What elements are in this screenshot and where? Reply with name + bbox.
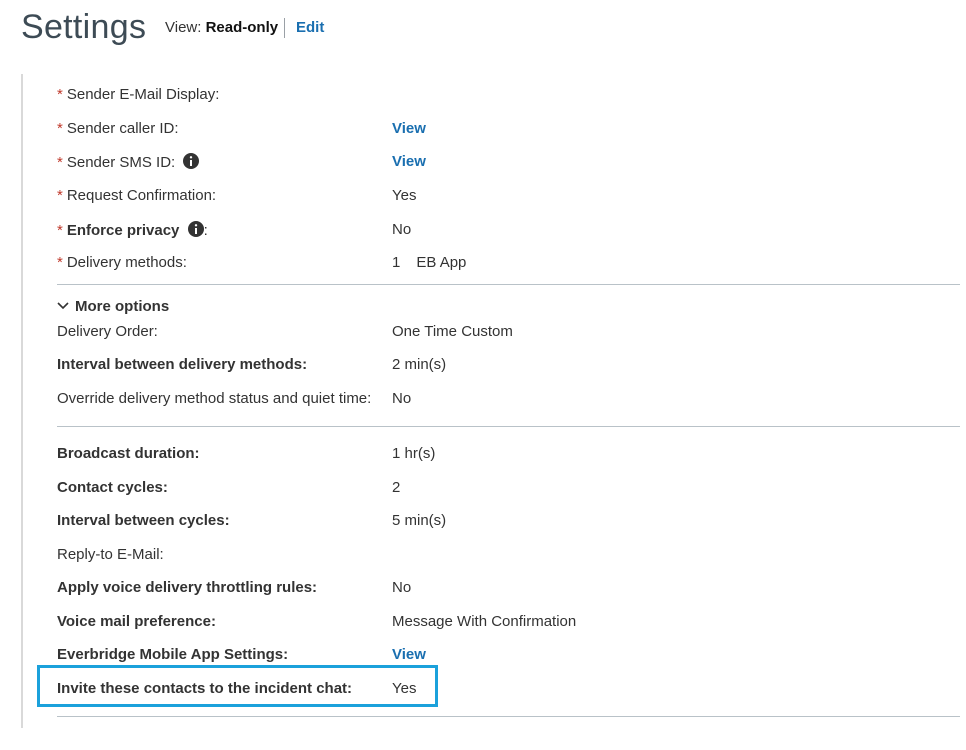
- contact-cycles-label: Contact cycles:: [57, 479, 168, 496]
- broadcast-duration-value: 1 hr(s): [392, 445, 436, 462]
- required-marker: *: [57, 154, 63, 171]
- info-icon[interactable]: [183, 153, 200, 173]
- sender-caller-id-label: Sender caller ID:: [66, 120, 179, 137]
- request-confirmation-value: Yes: [392, 187, 417, 204]
- voicemail-preference-label: Voice mail preference:: [57, 613, 216, 630]
- more-options-label: More options: [75, 298, 170, 315]
- contact-cycles-value: 2: [392, 479, 401, 496]
- view-mode-label: View:: [165, 19, 202, 36]
- edit-link[interactable]: Edit: [296, 19, 324, 36]
- required-marker: *: [57, 222, 63, 239]
- divider: [57, 284, 960, 285]
- required-marker: *: [57, 254, 63, 271]
- more-options-toggle[interactable]: More options: [57, 297, 169, 315]
- sender-email-label: Sender E-Mail Display:: [66, 86, 220, 103]
- interval-methods-label: Interval between delivery methods:: [57, 356, 308, 373]
- reply-to-email-label: Reply-to E-Mail:: [57, 546, 164, 563]
- sender-caller-id-view-link[interactable]: View: [392, 120, 426, 137]
- enforce-privacy-value: No: [392, 221, 412, 238]
- interval-methods-value: 2 min(s): [392, 356, 447, 373]
- request-confirmation-label: Request Confirmation:: [66, 187, 217, 204]
- divider: [57, 716, 960, 717]
- sender-sms-id-view-link[interactable]: View: [392, 153, 426, 170]
- view-mode-value: Read-only: [205, 19, 279, 36]
- highlight-box: [37, 665, 438, 707]
- delivery-methods-value: 1 EB App: [392, 254, 466, 271]
- required-marker: *: [57, 86, 63, 103]
- required-marker: *: [57, 187, 63, 204]
- delivery-method-index: 1: [392, 254, 401, 271]
- throttling-rules-value: No: [392, 579, 412, 596]
- required-marker: *: [57, 120, 63, 137]
- mobile-app-settings-view-link[interactable]: View: [392, 646, 426, 663]
- delivery-method-name: EB App: [416, 254, 467, 271]
- header-divider: [284, 18, 285, 38]
- info-icon[interactable]: [187, 221, 204, 241]
- page-title: Settings: [21, 8, 147, 46]
- voicemail-preference-value: Message With Confirmation: [392, 613, 577, 630]
- override-status-value: No: [392, 390, 412, 407]
- view-mode: View: Read-only: [165, 19, 278, 36]
- throttling-rules-label: Apply voice delivery throttling rules:: [57, 579, 318, 596]
- enforce-privacy-label: Enforce privacy: [66, 222, 180, 239]
- section-left-border: [21, 74, 23, 728]
- broadcast-duration-label: Broadcast duration:: [57, 445, 200, 462]
- delivery-methods-label: Delivery methods:: [66, 254, 187, 271]
- chevron-down-icon: [57, 297, 69, 314]
- interval-cycles-label: Interval between cycles:: [57, 512, 230, 529]
- interval-cycles-value: 5 min(s): [392, 512, 447, 529]
- divider: [57, 426, 960, 427]
- delivery-order-value: One Time Custom: [392, 323, 513, 340]
- override-status-label: Override delivery method status and quie…: [57, 390, 372, 407]
- sender-sms-id-label: Sender SMS ID:: [66, 154, 176, 171]
- delivery-order-label: Delivery Order:: [57, 323, 158, 340]
- page-header: Settings View: Read-only Edit: [0, 0, 966, 60]
- enforce-privacy-colon: :: [203, 222, 208, 239]
- mobile-app-settings-label: Everbridge Mobile App Settings:: [57, 646, 289, 663]
